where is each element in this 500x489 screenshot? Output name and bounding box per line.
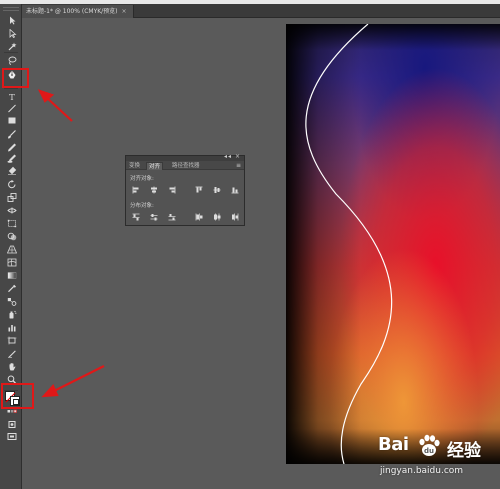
shape-builder-tool-icon[interactable] (6, 232, 17, 241)
watermark-brand-text: 经验 (447, 441, 481, 461)
rotate-tool-icon[interactable] (6, 180, 17, 189)
width-tool-icon[interactable] (6, 206, 17, 215)
slice-tool-icon[interactable] (6, 349, 17, 358)
watermark-url: jingyan.baidu.com (380, 466, 464, 476)
tool-separator (4, 52, 18, 53)
panel-header-controls[interactable]: ◂◂ × (224, 153, 241, 160)
svg-text:du: du (424, 447, 434, 455)
baidu-jingyan-watermark: Bai du 经验 jingyan.baidu.com (374, 426, 500, 489)
tab-pathfinder[interactable]: 路径查找器 (172, 162, 200, 170)
watermark-logo-text: Bai (378, 434, 409, 455)
arrow-to-pen-tool (37, 89, 73, 122)
eraser-tool-icon[interactable] (6, 166, 17, 175)
align-objects-label: 对齐对象: (130, 176, 154, 182)
align-left-icon (132, 186, 138, 194)
distribute-right-button[interactable] (230, 213, 239, 221)
distribute-right-icon (231, 213, 238, 221)
artboard[interactable] (286, 24, 500, 464)
distribute-left-icon (195, 213, 202, 221)
align-vertical-center-icon (213, 187, 220, 193)
distribute-top-icon (132, 213, 139, 221)
gradient-tool-icon[interactable] (6, 271, 17, 280)
paintbrush-tool-icon[interactable] (6, 130, 17, 139)
document-tab-bar: 未标题-1* @ 100% (CMYK/预览) × (22, 4, 500, 18)
blend-tool-icon[interactable] (6, 297, 17, 306)
blob-brush-tool-icon[interactable] (6, 154, 17, 163)
align-left-button[interactable] (131, 186, 140, 194)
gradient-artwork (286, 24, 500, 464)
distribute-top-button[interactable] (131, 213, 140, 221)
distribute-left-button[interactable] (194, 213, 203, 221)
highlight-pen-tool (2, 68, 29, 88)
distribute-bottom-button[interactable] (167, 213, 176, 221)
align-horizontal-center-button[interactable] (149, 186, 158, 194)
highlight-fill-stroke (1, 383, 34, 409)
distribute-objects-label: 分布对象: (130, 203, 154, 209)
distribute-vertical-center-icon (150, 214, 157, 221)
align-bottom-button[interactable] (230, 186, 239, 194)
align-top-button[interactable] (194, 186, 203, 194)
drawing-modes-icon[interactable] (6, 420, 17, 429)
tool-separator (4, 88, 18, 89)
type-tool-icon[interactable]: T (6, 92, 17, 101)
distribute-bottom-icon (168, 214, 175, 221)
rectangle-tool-icon[interactable] (6, 116, 17, 125)
align-bottom-icon (231, 187, 238, 194)
free-transform-tool-icon[interactable] (6, 219, 17, 228)
align-panel[interactable]: ◂◂ × 变换 对齐 路径查找器 ≡ 对齐对象: 分布对象: (125, 153, 245, 226)
symbol-sprayer-tool-icon[interactable] (6, 310, 17, 319)
panel-grip[interactable] (3, 7, 19, 11)
column-graph-tool-icon[interactable] (6, 323, 17, 332)
mesh-tool-icon[interactable] (6, 258, 17, 267)
pencil-tool-icon[interactable] (6, 143, 17, 152)
align-top-icon (195, 186, 202, 193)
align-right-icon (169, 186, 175, 194)
document-tab[interactable]: 未标题-1* @ 100% (CMYK/预览) × (22, 5, 134, 18)
align-right-button[interactable] (167, 186, 176, 194)
arrow-to-fill-stroke (41, 365, 105, 398)
distribute-horizontal-center-button[interactable] (212, 213, 221, 221)
document-tab-title: 未标题-1* @ 100% (CMYK/预览) (26, 8, 118, 15)
perspective-grid-tool-icon[interactable] (6, 245, 17, 254)
artboard-tool-icon[interactable] (6, 336, 17, 345)
magic-wand-tool-icon[interactable] (6, 42, 17, 51)
baidu-paw-icon: du (419, 434, 440, 456)
align-vertical-center-button[interactable] (212, 186, 221, 194)
lasso-tool-icon[interactable] (6, 56, 17, 65)
scale-tool-icon[interactable] (6, 193, 17, 202)
panel-menu-icon[interactable]: ≡ (236, 162, 241, 170)
screen-mode-icon[interactable] (6, 432, 17, 441)
distribute-horizontal-center-icon (213, 213, 220, 221)
align-panel-tabs: 变换 对齐 路径查找器 ≡ (126, 161, 244, 170)
selection-tool-icon[interactable] (6, 16, 17, 25)
hand-tool-icon[interactable] (6, 362, 17, 371)
tab-align[interactable]: 对齐 (146, 162, 164, 170)
line-segment-tool-icon[interactable] (6, 104, 17, 113)
svg-text:T: T (9, 93, 15, 101)
color-mode-icons[interactable] (6, 408, 17, 417)
eyedropper-tool-icon[interactable] (6, 284, 17, 293)
distribute-vertical-center-button[interactable] (149, 213, 158, 221)
close-tab-icon[interactable]: × (122, 8, 127, 15)
direct-selection-tool-icon[interactable] (6, 29, 17, 38)
tab-transform[interactable]: 变换 (129, 162, 140, 170)
align-horizontal-center-icon (150, 186, 157, 194)
